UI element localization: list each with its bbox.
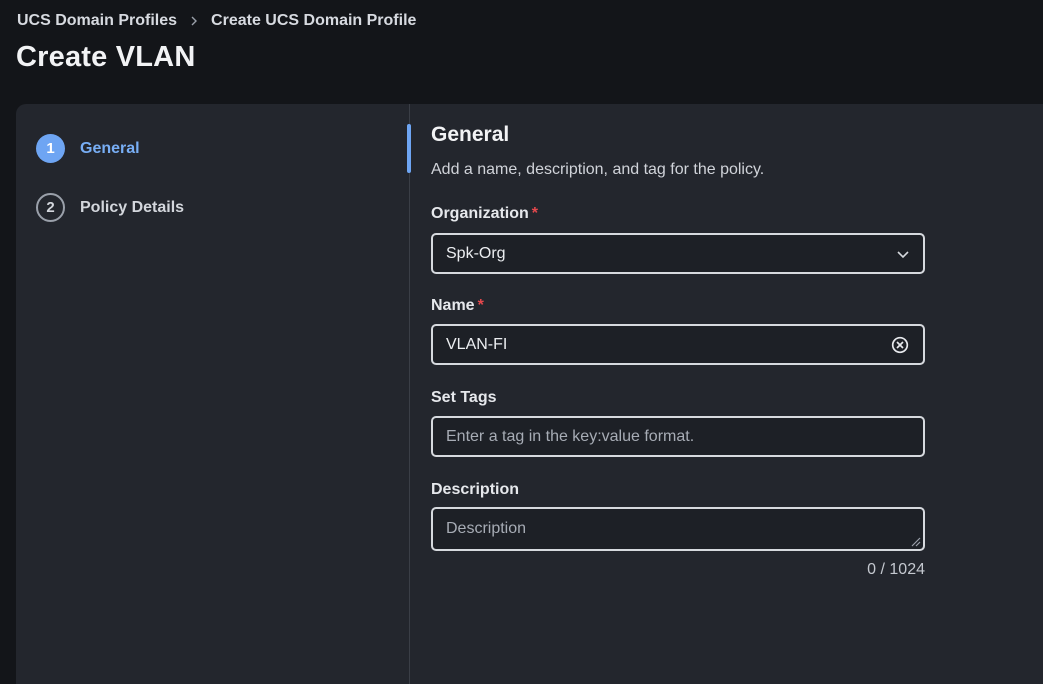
breadcrumb-item-create-ucs-domain-profile[interactable]: Create UCS Domain Profile	[211, 12, 416, 30]
section-subtitle: Add a name, description, and tag for the…	[431, 161, 765, 178]
active-step-indicator	[407, 124, 411, 173]
description-placeholder: Description	[446, 520, 527, 537]
step-policy-details[interactable]: 2 Policy Details	[36, 193, 184, 222]
tags-placeholder: Enter a tag in the key:value format.	[446, 427, 695, 445]
clear-circle-icon	[891, 336, 909, 353]
tags-input[interactable]: Enter a tag in the key:value format.	[431, 416, 925, 457]
step-label-general: General	[80, 139, 140, 157]
step-number-2: 2	[36, 193, 65, 222]
chevron-right-icon	[191, 16, 198, 26]
required-mark: *	[531, 205, 539, 222]
organization-label: Organization *	[431, 205, 538, 223]
wizard-panel: 1 General 2 Policy Details General Add a…	[16, 104, 1043, 684]
chevron-down-icon[interactable]	[896, 247, 910, 261]
name-value: VLAN-FI	[446, 335, 508, 353]
breadcrumb-item-ucs-domain-profiles[interactable]: UCS Domain Profiles	[17, 12, 177, 30]
organization-label-text: Organization	[431, 205, 529, 222]
clear-input-button[interactable]	[890, 335, 910, 355]
step-number-1: 1	[36, 134, 65, 163]
description-char-counter: 0 / 1024	[867, 561, 925, 578]
section-title: General	[431, 123, 510, 146]
name-label: Name *	[431, 297, 484, 315]
name-input[interactable]: VLAN-FI	[431, 324, 925, 365]
step-general[interactable]: 1 General	[36, 134, 140, 163]
name-label-text: Name	[431, 297, 475, 314]
organization-select[interactable]: Spk-Org	[431, 233, 925, 274]
page-title: Create VLAN	[16, 41, 196, 73]
description-textarea[interactable]: Description	[431, 507, 925, 551]
required-mark: *	[477, 297, 484, 314]
wizard-steps: 1 General 2 Policy Details	[16, 104, 410, 684]
organization-value: Spk-Org	[446, 244, 506, 262]
description-label: Description	[431, 481, 520, 498]
set-tags-label: Set Tags	[431, 389, 497, 406]
step-label-policy-details: Policy Details	[80, 198, 185, 216]
breadcrumb: UCS Domain Profiles Create UCS Domain Pr…	[17, 12, 416, 30]
resize-grip-icon[interactable]	[909, 535, 921, 547]
